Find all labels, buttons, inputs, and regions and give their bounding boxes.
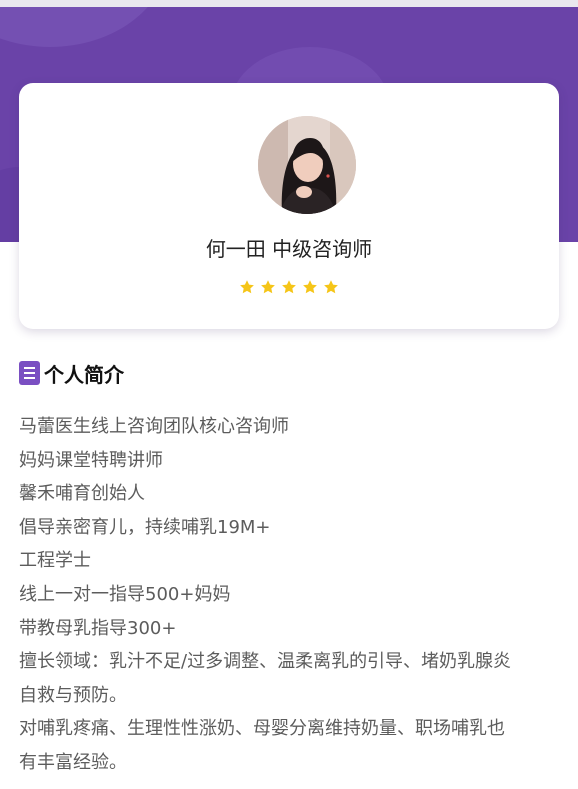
bio-line: 妈妈课堂特聘讲师 [19,449,163,471]
bio-line: 带教母乳指导300+ [19,617,177,639]
star-icon [324,280,338,294]
section-title: 个人简介 [44,362,124,387]
bio-line: 倡导亲密育儿，持续哺乳19M+ [19,516,271,538]
star-icon [240,280,254,294]
bio-line: 对哺乳疼痛、生理性性涨奶、母婴分离维持奶量、职场哺乳也 [19,718,505,740]
bio-line: 有丰富经验。 [19,751,127,773]
bio-line: 马蕾医生线上咨询团队核心咨询师 [19,416,289,437]
decor-circle [0,7,170,47]
star-icon [303,280,317,294]
consultant-name-title: 何一田 中级咨询师 [205,237,373,261]
section-header: 个人简介 [19,360,124,387]
bio-line: 线上一对一指导500+妈妈 [19,583,231,605]
profile-card: 何一田 中级咨询师 [19,83,559,329]
avatar[interactable] [258,116,356,214]
star-icon [261,280,275,294]
bio-text: 马蕾医生线上咨询团队核心咨询师 妈妈课堂特聘讲师 馨禾哺育创始人倡导亲密育儿，持续哺… [19,410,564,780]
star-icon [282,280,296,294]
bio-line: 擅长领域：乳汁不足/过多调整、温柔离乳的引导、堵奶乳腺炎 [19,651,512,673]
bio-line: 自救与预防。 [19,684,127,706]
bio-line: 工程学士 [19,550,91,572]
bio-line: 馨禾哺育创始人 [19,483,145,505]
status-strip [0,0,578,7]
avatar-photo [258,116,356,214]
document-list-icon [19,361,40,385]
rating-stars [19,279,559,299]
